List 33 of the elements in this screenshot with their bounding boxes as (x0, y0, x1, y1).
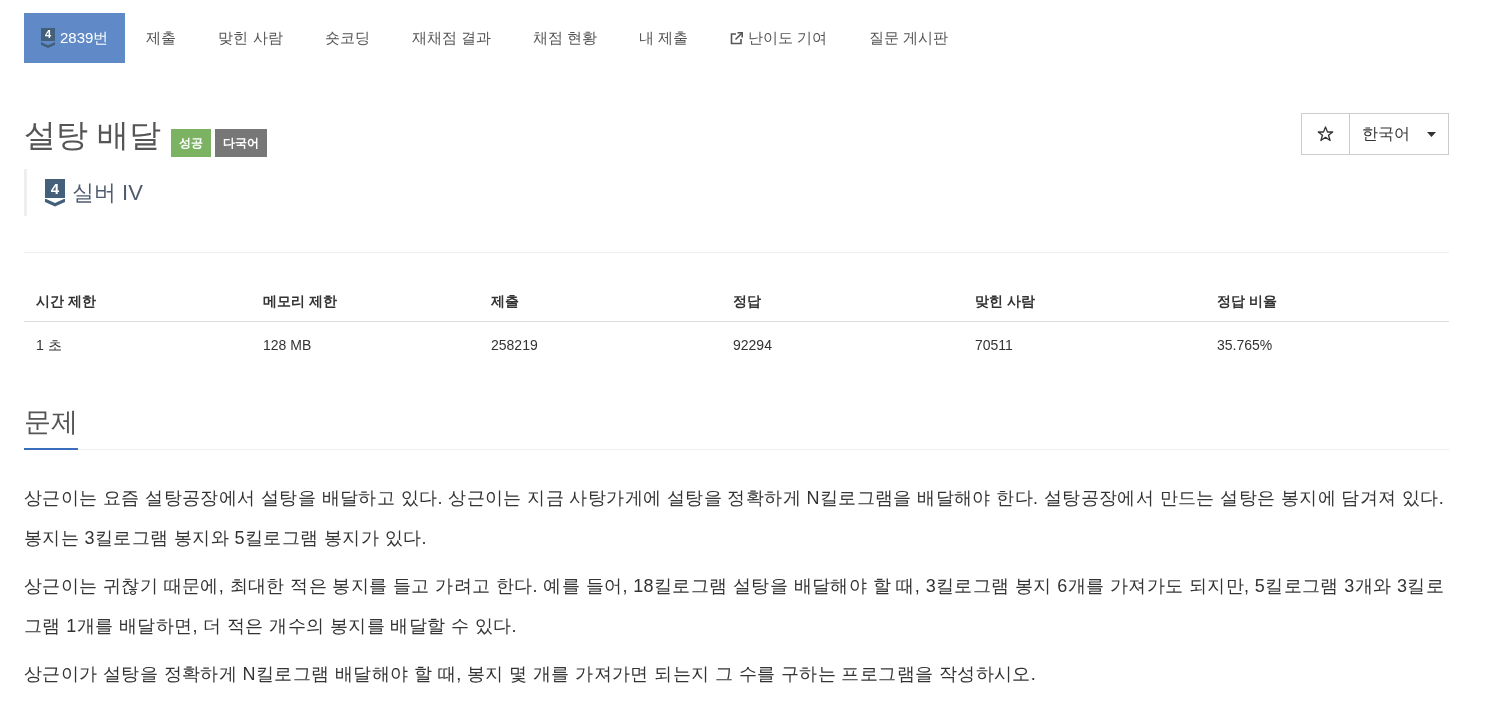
status-tag: 다국어 (214, 129, 267, 157)
caret-icon (1427, 131, 1436, 137)
table-cell: 35.765% (1205, 321, 1449, 367)
column-header: 시간 제한 (24, 281, 251, 322)
external-link-icon (730, 31, 744, 45)
nav-tab[interactable]: 제출 (125, 13, 198, 63)
column-header: 정답 (721, 281, 963, 322)
nav-tab[interactable]: 숏코딩 (303, 13, 391, 63)
nav-tab[interactable]: 질문 게시판 (848, 13, 970, 63)
nav-tab[interactable]: 맞힌 사람 (197, 13, 304, 63)
column-header: 정답 비율 (1205, 281, 1449, 322)
column-header: 메모리 제한 (251, 281, 479, 322)
status-tag: 성공 (170, 129, 211, 157)
table-cell: 1 초 (24, 321, 251, 367)
nav-tab[interactable]: 채점 현황 (511, 13, 618, 63)
table-cell: 128 MB (251, 321, 479, 367)
tier-badge: 4 (45, 178, 65, 207)
table-cell: 258219 (479, 321, 721, 367)
table-cell: 70511 (963, 321, 1205, 367)
problem-paragraph: 상근이가 설탕을 정확하게 N킬로그램 배달해야 할 때, 봉지 몇 개를 가져가면 되는지 그 수를 구하는 프로그램을 작성하시오. (24, 663, 1038, 686)
column-header: 제출 (479, 281, 721, 322)
nav-tab[interactable]: 재채점 결과 (390, 13, 512, 63)
nav-tab[interactable]: 내 제출 (617, 13, 710, 63)
tier-label: 실버 IV (72, 178, 143, 207)
problem-paragraph: 상근이는 요즘 설탕공장에서 설탕을 배달하고 있다. 상근이는 지금 사탕가게에 설탕을 정확하게 N킬로그램을 배달해야 한다. 설탕공장에서 만드는 설탕은 봉지에 담겨져 있다. 봉지는 3킬로그램 봉지와 5킬로그램 봉지가 있다. (24, 487, 1446, 550)
column-header: 맞힌 사람 (963, 281, 1205, 322)
tier-badge: 4 (41, 28, 55, 48)
table-cell: 92294 (721, 321, 963, 367)
problem-title: 설탕 배달 (24, 116, 161, 155)
section-heading: 문제 (24, 402, 78, 450)
problem-paragraph: 상근이는 귀찮기 때문에, 최대한 적은 봉지를 들고 가려고 한다. 예를 들어, 18킬로그램 설탕을 배달해야 할 때, 3킬로그램 봉지 6개를 가져가도 되지만, 5킬로그램 3개와 3킬로그램 1개를 배달하면, 더 적은 개수의 봉지를 배달할 수 있다. (24, 575, 1446, 638)
nav-tab[interactable]: 난이도 기여 (709, 13, 849, 63)
nav-tab[interactable]: 4 2839번 (24, 13, 126, 63)
